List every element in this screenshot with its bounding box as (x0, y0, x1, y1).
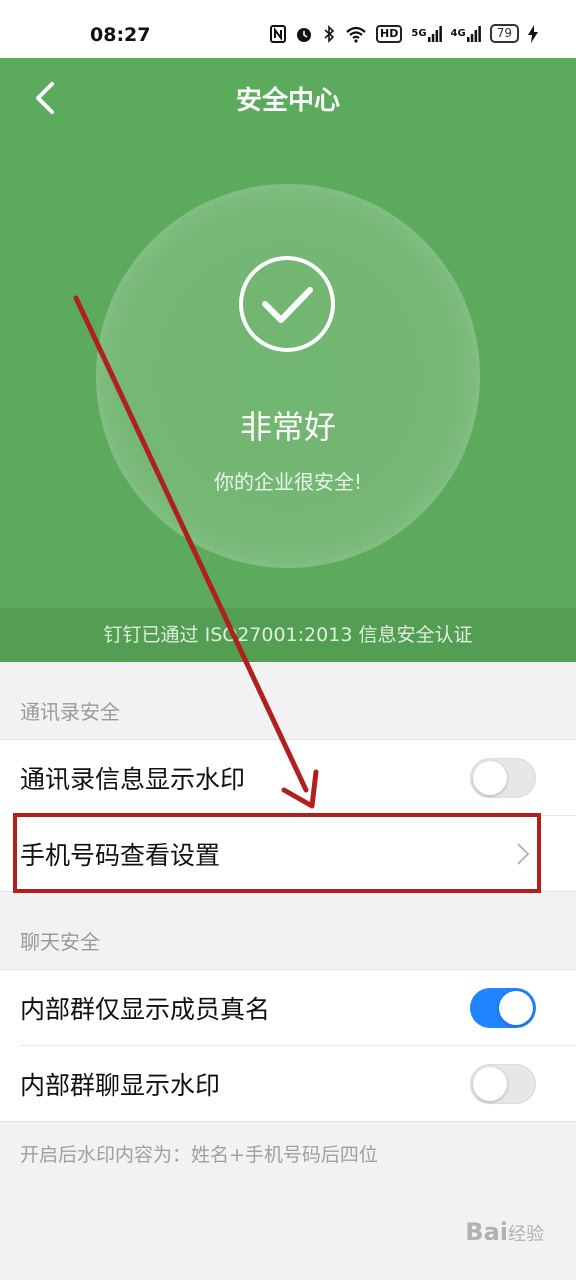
nfc-icon (270, 24, 287, 43)
status-time: 08:27 (90, 24, 151, 46)
real-name-only-toggle[interactable] (470, 987, 536, 1028)
toggle-knob (473, 760, 507, 795)
chat-security-group: 内部群仅显示成员真名 内部群聊显示水印 (0, 969, 576, 1122)
page-title: 安全中心 (235, 86, 340, 116)
section-header-contacts-security: 通讯录安全 (20, 700, 120, 724)
baidu-watermark: Bai经验 (465, 1218, 544, 1246)
4g-signal-icon: 4G (451, 25, 481, 42)
hd-icon: HD (376, 24, 403, 43)
status-icons: HD 5G 4G 79 (270, 24, 538, 43)
security-hero: 安全中心 非常好 你的企业很安全! 钉钉已通过 ISO27001:2013 信息… (0, 58, 576, 662)
security-score-circle: 非常好 你的企业很安全! (96, 184, 480, 568)
setting-label: 内部群仅显示成员真名 (20, 994, 271, 1024)
watermark-footnote: 开启后水印内容为：姓名+手机号码后四位 (20, 1144, 378, 1166)
alarm-icon (295, 25, 313, 43)
toggle-knob (499, 990, 533, 1025)
setting-row-group-chat-watermark[interactable]: 内部群聊显示水印 (20, 1045, 576, 1121)
battery-icon: 79 (489, 24, 519, 43)
certification-banner: 钉钉已通过 ISO27001:2013 信息安全认证 (0, 608, 576, 662)
charging-icon (528, 24, 538, 43)
wifi-icon (345, 25, 367, 43)
bluetooth-icon (322, 24, 336, 43)
status-bar: 08:27 HD 5G 4G 79 (0, 0, 576, 58)
5g-signal-icon: 5G (411, 25, 442, 42)
security-level-label: 非常好 (239, 408, 336, 446)
setting-row-real-name-only[interactable]: 内部群仅显示成员真名 (0, 970, 576, 1045)
security-level-description: 你的企业很安全! (213, 470, 363, 494)
check-circle-icon (239, 256, 335, 352)
setting-row-contacts-watermark[interactable]: 通讯录信息显示水印 (0, 740, 576, 815)
toggle-knob (473, 1066, 507, 1101)
setting-label: 内部群聊显示水印 (20, 1070, 221, 1100)
setting-label: 通讯录信息显示水印 (20, 764, 246, 794)
annotation-highlight-box (13, 813, 541, 893)
group-chat-watermark-toggle[interactable] (470, 1063, 536, 1104)
contacts-watermark-toggle[interactable] (470, 757, 536, 798)
section-header-chat-security: 聊天安全 (20, 930, 100, 954)
